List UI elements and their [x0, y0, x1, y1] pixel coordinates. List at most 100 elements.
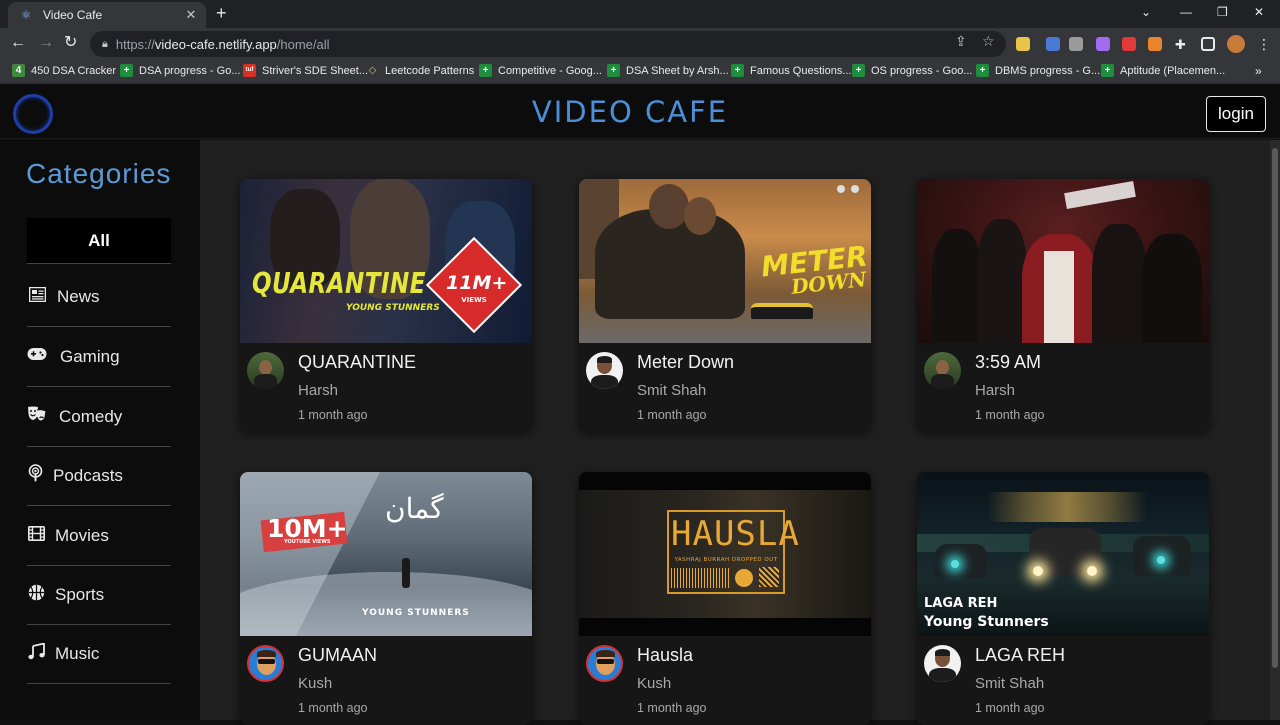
share-icon[interactable]: ⇪ [955, 33, 967, 50]
bookmark-item[interactable]: ◇ Leetcode Patterns [366, 64, 475, 77]
video-thumbnail[interactable]: HAUSLA YASHRAJ BURRAH DROPPED OUT [579, 472, 871, 636]
login-button[interactable]: login [1206, 96, 1266, 132]
upload-time: 1 month ago [298, 408, 368, 422]
channel-name[interactable]: Kush [637, 675, 671, 692]
category-comedy[interactable]: Comedy [27, 387, 171, 447]
video-thumbnail[interactable]: QUARANTINE YOUNG STUNNERS 11M+ VIEWS [240, 179, 532, 343]
bookmark-item[interactable]: + Competitive - Goog... [479, 64, 602, 77]
channel-avatar[interactable] [924, 352, 961, 389]
diamond-icon: ◇ [368, 65, 377, 76]
video-thumbnail[interactable]: 10M+ YOUTUBE VIEWS گمان YOUNG STUNNERS [240, 472, 532, 636]
browser-toolbar: ← → ↻ 🔒︎ https://video-cafe.netlify.app/… [0, 28, 1280, 60]
sidebar-icon[interactable] [1201, 37, 1215, 51]
category-all[interactable]: All [27, 218, 171, 264]
thumbnail-subtitle: YOUNG STUNNERS [362, 608, 470, 618]
video-card[interactable]: METER DOWN Meter Down Smit Shah 1 month … [579, 179, 871, 432]
video-title[interactable]: LAGA REH [975, 645, 1065, 666]
channel-avatar[interactable] [586, 645, 623, 682]
channel-name[interactable]: Smit Shah [637, 382, 706, 399]
more-bookmarks-icon[interactable]: » [1255, 64, 1262, 78]
bookmark-item[interactable]: + Famous Questions... [731, 64, 852, 77]
video-thumbnail[interactable] [917, 179, 1209, 343]
category-label: News [57, 286, 100, 306]
extension-icon[interactable] [1122, 37, 1136, 51]
bookmark-item[interactable]: + Aptitude (Placemen... [1101, 64, 1225, 77]
channel-name[interactable]: Harsh [975, 382, 1015, 399]
extension-icon[interactable] [1046, 37, 1060, 51]
category-gaming[interactable]: Gaming [27, 327, 171, 387]
back-icon[interactable]: ← [10, 34, 26, 52]
video-card[interactable]: HAUSLA YASHRAJ BURRAH DROPPED OUT Hausla… [579, 472, 871, 725]
cube-icon[interactable] [1069, 37, 1083, 51]
bookmark-item[interactable]: + DBMS progress - G... [976, 64, 1100, 77]
new-tab-icon[interactable]: + [216, 4, 227, 22]
sidebar-title: Categories [26, 158, 172, 189]
channel-avatar[interactable] [924, 645, 961, 682]
channel-name[interactable]: Harsh [298, 382, 338, 399]
category-label: Music [55, 643, 100, 663]
extension-icon[interactable] [1096, 37, 1110, 51]
star-icon[interactable]: ☆ [982, 33, 995, 50]
browser-tab[interactable]: ⚛ Video Cafe ✕ [8, 2, 206, 28]
category-label: Gaming [60, 346, 120, 366]
minimize-icon[interactable]: — [1180, 5, 1192, 19]
forward-icon[interactable]: → [38, 34, 54, 52]
channel-avatar[interactable] [247, 645, 284, 682]
scrollbar[interactable] [1270, 140, 1280, 720]
bookmark-item[interactable]: + DSA Sheet by Arsh... [607, 64, 729, 77]
category-music[interactable]: Music [27, 624, 171, 684]
menu-dots-icon[interactable]: ⋮ [1257, 36, 1271, 53]
video-card[interactable]: QUARANTINE YOUNG STUNNERS 11M+ VIEWS QUA… [240, 179, 532, 432]
podcast-icon [27, 464, 43, 487]
upload-time: 1 month ago [298, 701, 368, 715]
category-movies[interactable]: Movies [27, 506, 171, 566]
video-thumbnail[interactable]: METER DOWN [579, 179, 871, 343]
close-icon[interactable]: ✕ [182, 7, 200, 23]
address-bar[interactable]: 🔒︎ https://video-cafe.netlify.app/home/a… [90, 31, 1006, 57]
maximize-icon[interactable]: ❐ [1217, 5, 1228, 19]
metamask-icon[interactable] [1148, 37, 1162, 51]
video-title[interactable]: Meter Down [637, 352, 734, 373]
sheets-icon: + [607, 64, 620, 77]
category-sports[interactable]: Sports [27, 565, 171, 625]
thumbnail-title: گمان [385, 492, 444, 525]
video-thumbnail[interactable]: LAGA REH Young Stunners [917, 472, 1209, 636]
video-title[interactable]: GUMAAN [298, 645, 377, 666]
chevron-down-icon[interactable]: ⌄ [1141, 5, 1151, 19]
category-sidebar: Categories All News Gaming Comedy Podcas… [0, 140, 200, 720]
channel-name[interactable]: Smit Shah [975, 675, 1044, 692]
bookmark-item[interactable]: tuf Striver's SDE Sheet... [243, 64, 368, 77]
video-card[interactable]: LAGA REH Young Stunners LAGA REH Smit Sh… [917, 472, 1209, 725]
bookmark-item[interactable]: 4 450 DSA Cracker [12, 64, 116, 77]
video-title[interactable]: QUARANTINE [298, 352, 416, 373]
extension-icon[interactable] [1016, 37, 1030, 51]
sheets-icon: + [731, 64, 744, 77]
theater-masks-icon [27, 406, 47, 427]
category-podcasts[interactable]: Podcasts [27, 446, 171, 506]
scrollbar-thumb[interactable] [1272, 148, 1278, 668]
video-card[interactable]: 3:59 AM Harsh 1 month ago [917, 179, 1209, 432]
profile-avatar[interactable] [1227, 35, 1245, 53]
bookmarks-bar: 4 450 DSA Cracker + DSA progress - Go... t… [0, 60, 1280, 84]
sheets-icon: + [120, 64, 133, 77]
channel-name[interactable]: Kush [298, 675, 332, 692]
channel-avatar[interactable] [247, 352, 284, 389]
puzzle-icon[interactable]: ✚ [1175, 37, 1189, 52]
tuf-icon: tuf [243, 64, 256, 77]
reload-icon[interactable]: ↻ [64, 34, 77, 52]
music-note-icon [27, 641, 45, 665]
video-title[interactable]: 3:59 AM [975, 352, 1041, 373]
channel-avatar[interactable] [586, 352, 623, 389]
tab-title: Video Cafe [43, 8, 103, 22]
gamepad-icon [27, 347, 47, 366]
sheets-icon: + [479, 64, 492, 77]
upload-time: 1 month ago [637, 701, 707, 715]
thumbnail-subtitle: Young Stunners [924, 614, 1049, 630]
video-title[interactable]: Hausla [637, 645, 693, 666]
bookmark-item[interactable]: + OS progress - Goo... [852, 64, 972, 77]
category-news[interactable]: News [27, 267, 171, 327]
window-close-icon[interactable]: ✕ [1254, 5, 1264, 19]
bookmark-item[interactable]: + DSA progress - Go... [120, 64, 240, 77]
brand-title: VIDEO CAFE [531, 95, 729, 129]
video-card[interactable]: 10M+ YOUTUBE VIEWS گمان YOUNG STUNNERS G… [240, 472, 532, 725]
